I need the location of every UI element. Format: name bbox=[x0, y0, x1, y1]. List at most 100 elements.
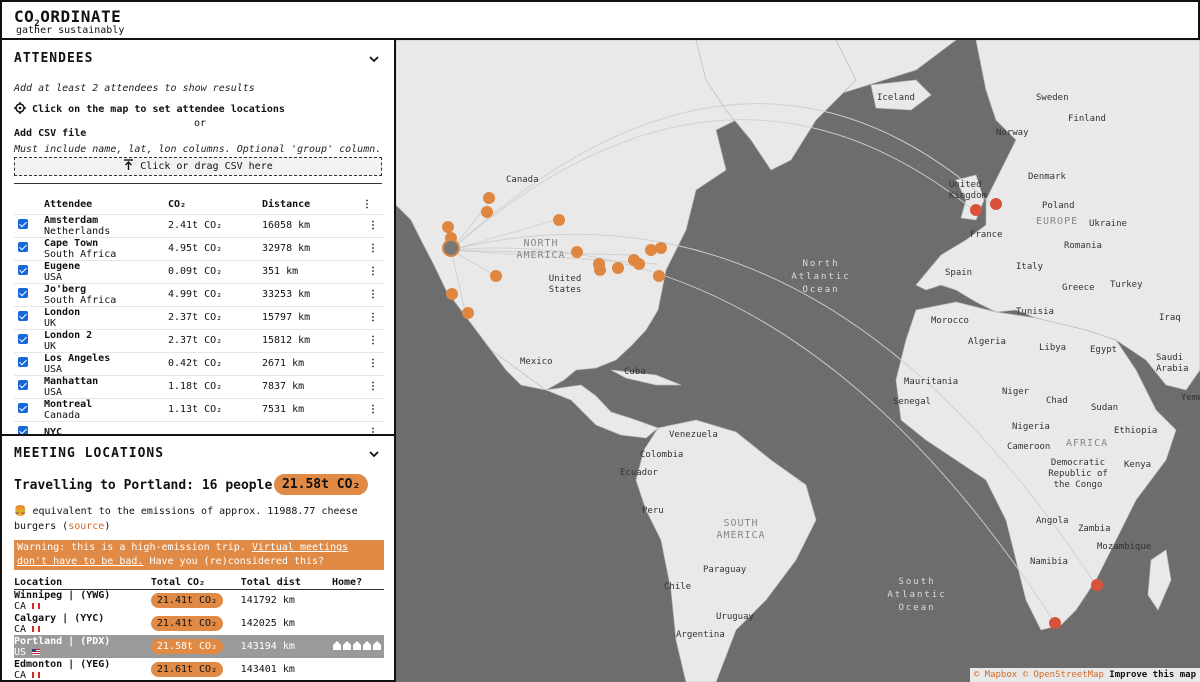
kebab-menu-icon[interactable]: ⋮ bbox=[362, 196, 384, 214]
attendee-row[interactable]: Amsterdam Netherlands 2.41t CO₂ 16058 km ⋮ bbox=[14, 213, 384, 237]
location-row[interactable]: Portland | (PDX) US 21.58t CO₂ 143194 km bbox=[14, 635, 384, 658]
attendee-marker[interactable] bbox=[645, 244, 657, 256]
attendee-marker[interactable] bbox=[571, 246, 583, 258]
attendee-checkbox[interactable] bbox=[18, 334, 28, 344]
attendee-distance bbox=[262, 420, 362, 434]
home-marker[interactable] bbox=[655, 242, 667, 254]
row-menu-icon[interactable]: ⋮ bbox=[362, 328, 384, 352]
country-label: Turkey bbox=[1110, 280, 1143, 290]
attendee-row[interactable]: London UK 2.37t CO₂ 15797 km ⋮ bbox=[14, 305, 384, 329]
continent-label: SOUTH AMERICA bbox=[716, 518, 766, 541]
attendee-marker[interactable] bbox=[481, 206, 493, 218]
country-label: Poland bbox=[1042, 201, 1075, 211]
or-separator: or bbox=[194, 118, 207, 129]
attendee-marker[interactable] bbox=[633, 258, 645, 270]
attendee-checkbox-cell[interactable] bbox=[14, 328, 44, 352]
attendees-header[interactable]: ATTENDEES bbox=[14, 51, 93, 66]
attendee-checkbox-cell[interactable] bbox=[14, 374, 44, 398]
attendee-checkbox-cell[interactable] bbox=[14, 397, 44, 421]
osm-link[interactable]: © OpenStreetMap bbox=[1023, 670, 1104, 680]
map[interactable]: Iceland Sweden Finland Norway Denmark United … bbox=[396, 40, 1200, 682]
attendee-checkbox[interactable] bbox=[18, 265, 28, 275]
selected-home-marker[interactable] bbox=[442, 239, 460, 257]
attendee-marker[interactable] bbox=[553, 214, 565, 226]
attendee-row[interactable]: Jo'berg South Africa 4.99t CO₂ 33253 km ⋮ bbox=[14, 282, 384, 306]
attendee-checkbox[interactable] bbox=[18, 219, 28, 229]
attendee-row[interactable]: NYC ⋮ bbox=[14, 420, 384, 434]
attendee-row[interactable]: Montreal Canada 1.13t CO₂ 7531 km ⋮ bbox=[14, 397, 384, 421]
row-menu-icon[interactable]: ⋮ bbox=[362, 351, 384, 375]
country-label: France bbox=[970, 230, 1003, 240]
attendee-row[interactable]: London 2 UK 2.37t CO₂ 15812 km ⋮ bbox=[14, 328, 384, 352]
attendee-row[interactable]: Los Angeles USA 0.42t CO₂ 2671 km ⋮ bbox=[14, 351, 384, 375]
attendee-marker[interactable] bbox=[442, 221, 454, 233]
column-header-co2: CO₂ bbox=[168, 199, 187, 211]
attendee-marker[interactable] bbox=[483, 192, 495, 204]
attendee-checkbox[interactable] bbox=[18, 288, 28, 298]
attendee-checkbox-cell[interactable] bbox=[14, 259, 44, 283]
attendees-section: ATTENDEES Add at least 2 attendees to sh… bbox=[2, 40, 394, 434]
location-row[interactable]: Edmonton | (YEG) CA 21.61t CO₂ 143401 km bbox=[14, 658, 384, 681]
location-row[interactable]: Winnipeg | (YWG) CA 21.41t CO₂ 141792 km bbox=[14, 589, 384, 612]
attendee-checkbox[interactable] bbox=[18, 426, 28, 434]
row-menu-icon[interactable]: ⋮ bbox=[362, 397, 384, 421]
country-label: Niger bbox=[1002, 387, 1030, 397]
attendee-checkbox[interactable] bbox=[18, 403, 28, 413]
home-marker[interactable] bbox=[446, 288, 458, 300]
country-label: Sudan bbox=[1091, 403, 1119, 413]
home-marker[interactable] bbox=[1049, 617, 1061, 629]
attendee-distance: 32978 km bbox=[262, 236, 362, 260]
country-label: Mauritania bbox=[904, 377, 959, 387]
attendee-checkbox-cell[interactable] bbox=[14, 236, 44, 260]
attendee-co2: 4.99t CO₂ bbox=[168, 282, 262, 306]
location-name: Portland | (PDX) bbox=[14, 635, 111, 647]
home-cell bbox=[332, 589, 384, 612]
home-cell bbox=[332, 658, 384, 680]
row-menu-icon[interactable]: ⋮ bbox=[362, 420, 384, 434]
attendee-checkbox-cell[interactable] bbox=[14, 305, 44, 329]
row-menu-icon[interactable]: ⋮ bbox=[362, 213, 384, 237]
row-menu-icon[interactable]: ⋮ bbox=[362, 374, 384, 398]
attendee-row[interactable]: Eugene USA 0.09t CO₂ 351 km ⋮ bbox=[14, 259, 384, 283]
attendee-checkbox[interactable] bbox=[18, 357, 28, 367]
attendee-checkbox-cell[interactable] bbox=[14, 282, 44, 306]
attendee-checkbox-cell[interactable] bbox=[14, 213, 44, 237]
home-marker[interactable] bbox=[1091, 579, 1103, 591]
attendee-checkbox[interactable] bbox=[18, 311, 28, 321]
attendee-row[interactable]: Cape Town South Africa 4.95t CO₂ 32978 km ⋮ bbox=[14, 236, 384, 260]
chevron-down-icon[interactable] bbox=[368, 53, 380, 65]
burger-text: equivalent to the emissions of approx. 1… bbox=[14, 506, 358, 532]
location-co2-cell: 21.41t CO₂ bbox=[150, 589, 241, 612]
map-canvas[interactable] bbox=[396, 40, 1200, 682]
row-menu-icon[interactable]: ⋮ bbox=[362, 259, 384, 283]
home-marker[interactable] bbox=[462, 307, 474, 319]
row-menu-icon[interactable]: ⋮ bbox=[362, 305, 384, 329]
attendee-marker[interactable] bbox=[594, 264, 606, 276]
mapbox-link[interactable]: © Mapbox bbox=[974, 670, 1017, 680]
chevron-down-icon[interactable] bbox=[368, 448, 380, 460]
home-marker[interactable] bbox=[970, 204, 982, 216]
location-cell: Calgary | (YYC) CA bbox=[14, 612, 151, 635]
location-row[interactable]: Calgary | (YYC) CA 21.41t CO₂ 142025 km bbox=[14, 612, 384, 635]
attendee-row[interactable]: Manhattan USA 1.18t CO₂ 7837 km ⋮ bbox=[14, 374, 384, 398]
improve-map-link[interactable]: Improve this map bbox=[1109, 670, 1196, 680]
attendee-name-cell: Eugene USA bbox=[44, 259, 168, 283]
home-marker[interactable] bbox=[653, 270, 665, 282]
row-menu-icon[interactable]: ⋮ bbox=[362, 236, 384, 260]
attendee-marker[interactable] bbox=[612, 262, 624, 274]
source-link[interactable]: source bbox=[68, 521, 104, 532]
csv-dropzone[interactable]: Click or drag CSV here bbox=[14, 157, 382, 176]
country-label: Ethiopia bbox=[1114, 426, 1158, 436]
meeting-locations-header[interactable]: MEETING LOCATIONS bbox=[14, 446, 164, 461]
country-label: Peru bbox=[642, 506, 664, 516]
location-cell: Portland | (PDX) US bbox=[14, 635, 151, 658]
attendee-checkbox-cell[interactable] bbox=[14, 420, 44, 434]
attendee-marker[interactable] bbox=[490, 270, 502, 282]
attendee-checkbox[interactable] bbox=[18, 380, 28, 390]
country-label: Canada bbox=[506, 175, 539, 185]
country-label: Colombia bbox=[640, 450, 684, 460]
row-menu-icon[interactable]: ⋮ bbox=[362, 282, 384, 306]
attendee-checkbox-cell[interactable] bbox=[14, 351, 44, 375]
attendee-country: South Africa bbox=[44, 248, 117, 260]
attendee-checkbox[interactable] bbox=[18, 242, 28, 252]
